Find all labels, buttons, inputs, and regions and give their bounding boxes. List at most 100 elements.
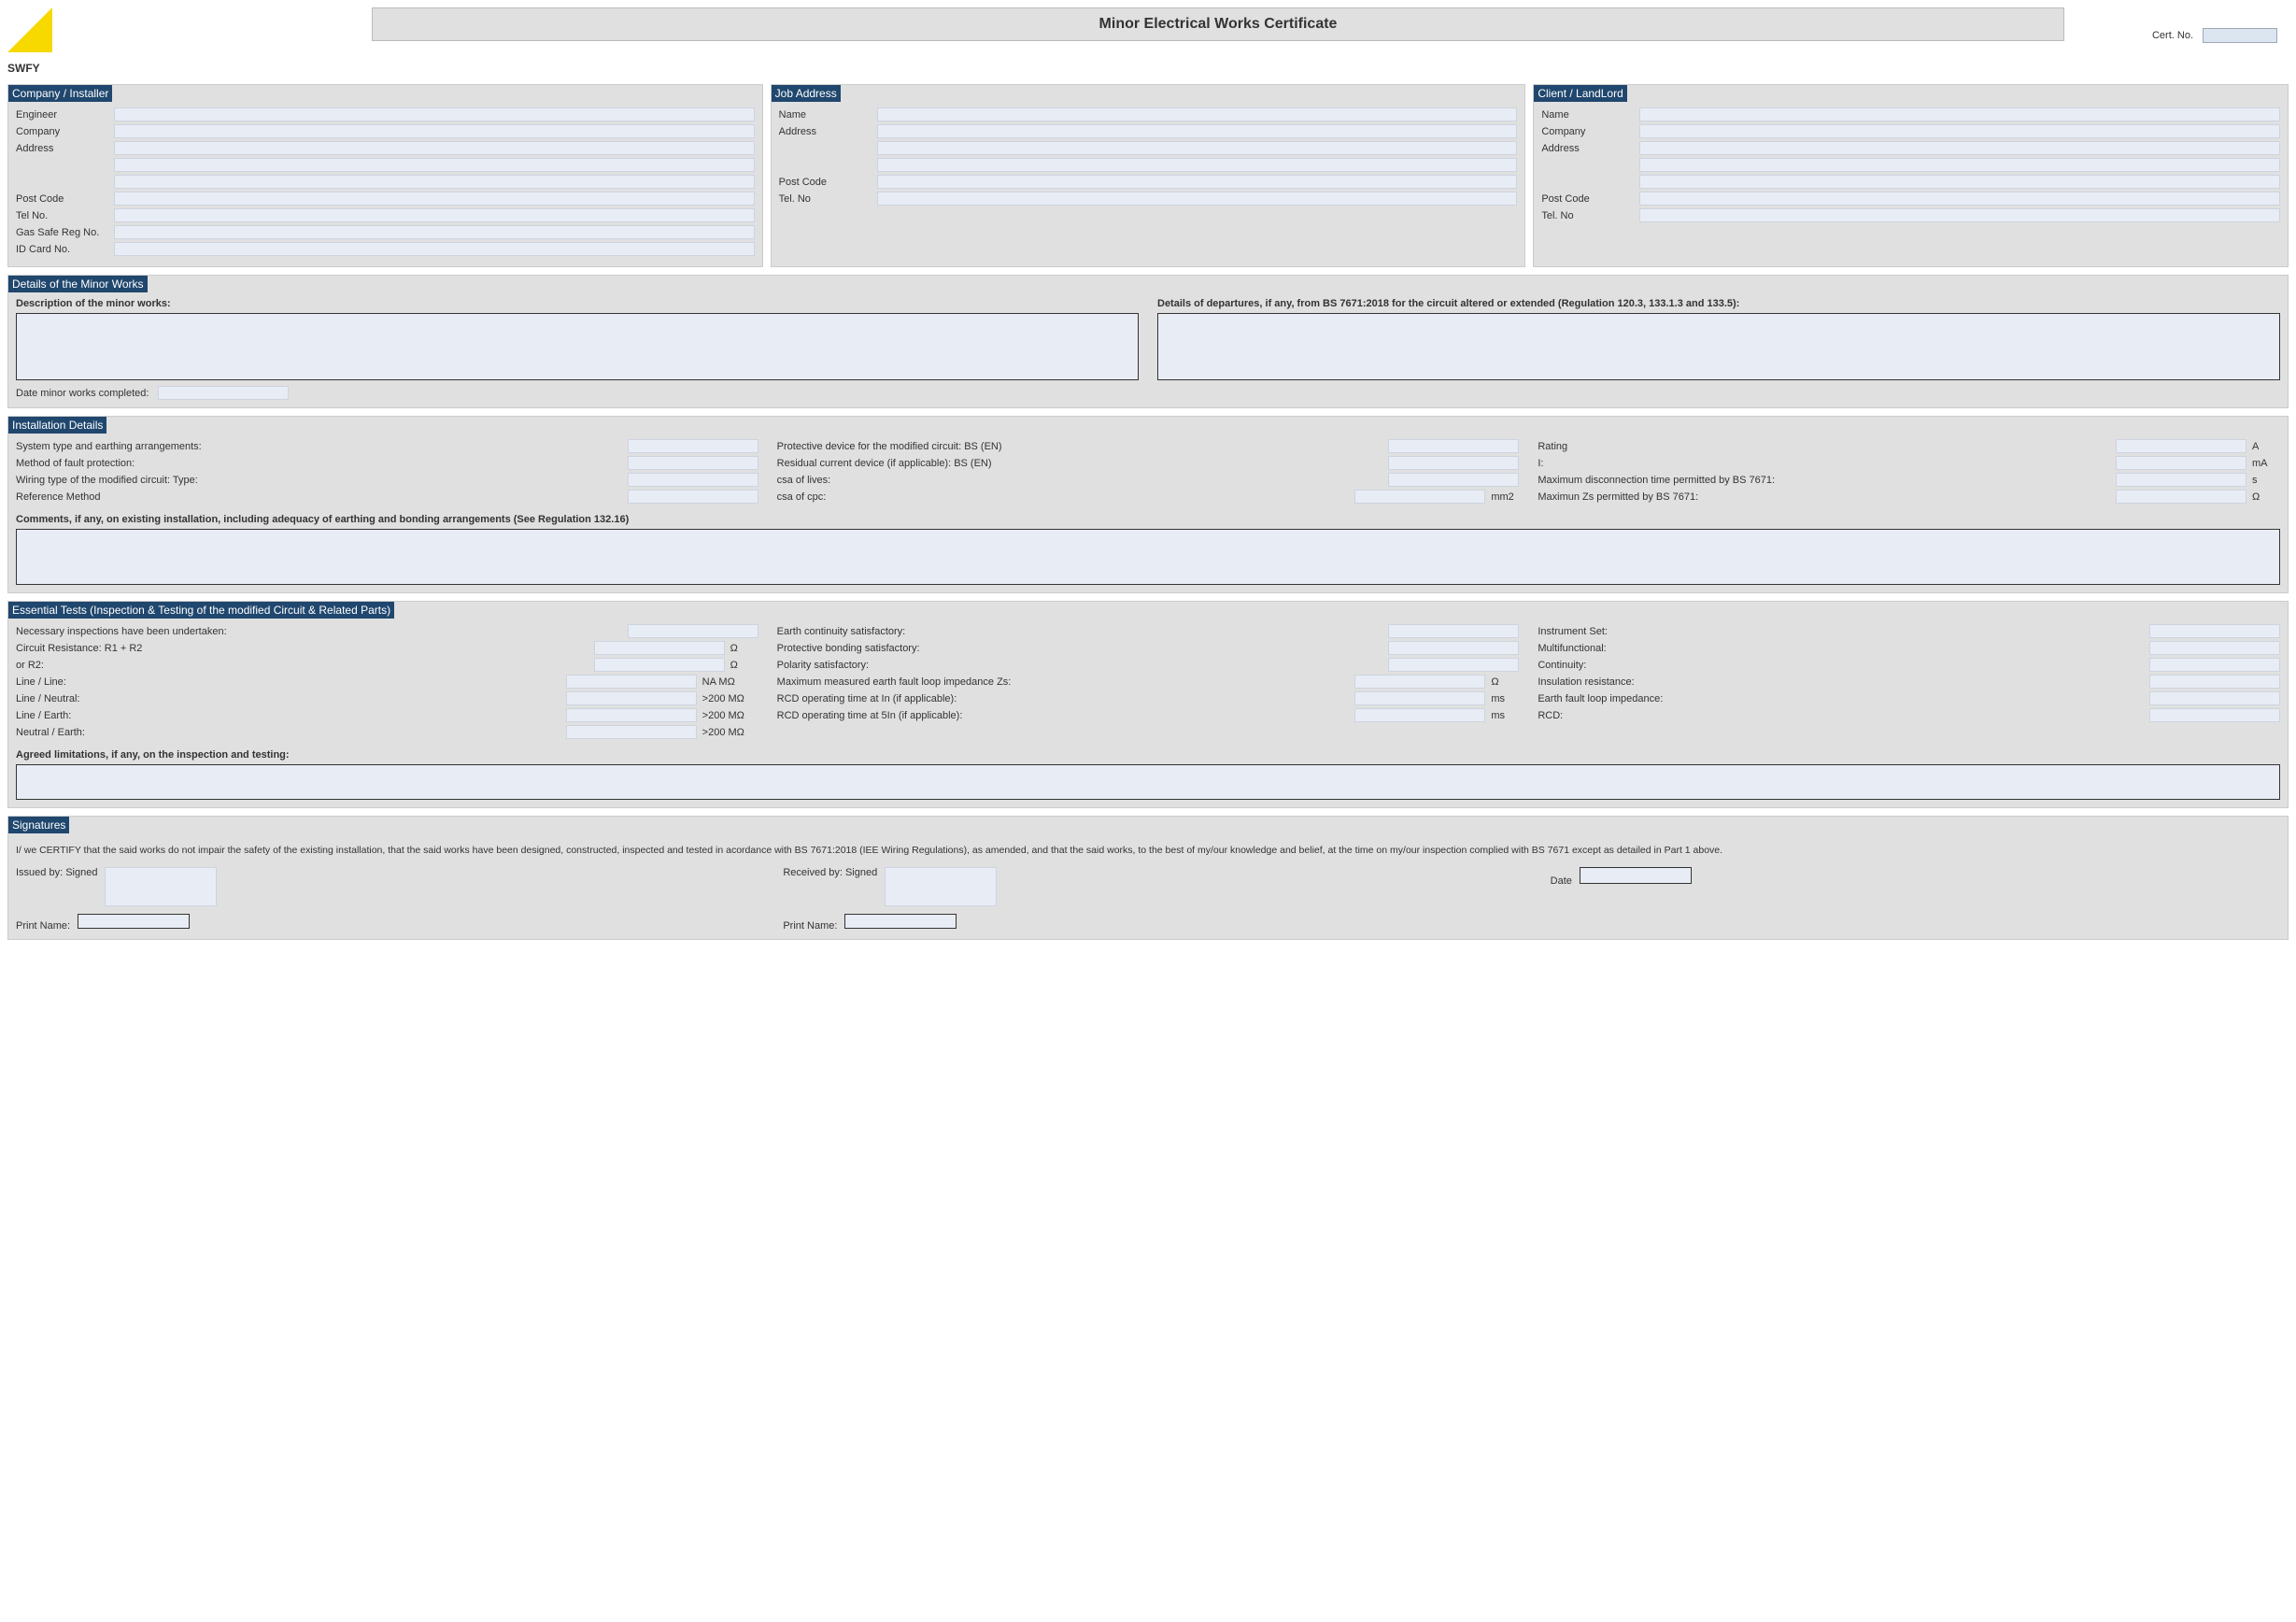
telno-input[interactable] xyxy=(114,208,755,222)
refmethod-input[interactable] xyxy=(628,490,758,504)
rcd-label: Residual current device (if applicable):… xyxy=(777,458,1383,469)
certno-input[interactable] xyxy=(2203,28,2277,43)
idcard-label: ID Card No. xyxy=(16,244,114,255)
earthcont-input[interactable] xyxy=(1388,624,1519,638)
efl-input[interactable] xyxy=(2149,691,2280,705)
agreed-textarea[interactable] xyxy=(16,764,2280,800)
cont-label: Continuity: xyxy=(1538,660,2144,671)
orr2-input[interactable] xyxy=(594,658,725,672)
date-completed-label: Date minor works completed: xyxy=(16,388,149,399)
engineer-label: Engineer xyxy=(16,109,114,121)
circres-unit: Ω xyxy=(730,643,758,654)
address1-input[interactable] xyxy=(114,141,755,155)
received-label: Received by: Signed xyxy=(783,867,877,878)
sig-title: Signatures xyxy=(8,817,69,833)
maxdisc-input[interactable] xyxy=(2116,473,2246,487)
tests-title: Essential Tests (Inspection & Testing of… xyxy=(8,602,394,619)
lineearth-input[interactable] xyxy=(566,708,697,722)
lineneut-unit: >200 MΩ xyxy=(702,693,758,704)
job-telno-input[interactable] xyxy=(877,192,1518,206)
postcode-input[interactable] xyxy=(114,192,755,206)
job-name-input[interactable] xyxy=(877,107,1518,121)
rating-input[interactable] xyxy=(2116,439,2246,453)
instset-input[interactable] xyxy=(2149,624,2280,638)
client-postcode-input[interactable] xyxy=(1639,192,2280,206)
i-input[interactable] xyxy=(2116,456,2246,470)
csalives-input[interactable] xyxy=(1388,473,1519,487)
rcd2-input[interactable] xyxy=(2149,708,2280,722)
address-label: Address xyxy=(16,143,114,154)
title-bar: Minor Electrical Works Certificate xyxy=(372,7,2064,41)
minor-works-section: Details of the Minor Works Description o… xyxy=(7,275,2289,408)
maxzs-input[interactable] xyxy=(2116,490,2246,504)
client-address3-input[interactable] xyxy=(1639,175,2280,189)
page-title: Minor Electrical Works Certificate xyxy=(380,16,2056,33)
received-sig-box[interactable] xyxy=(885,867,997,906)
departures-textarea[interactable] xyxy=(1157,313,2280,380)
rcdop-5in-input[interactable] xyxy=(1354,708,1485,722)
issued-sig-box[interactable] xyxy=(105,867,217,906)
maxdisc-label: Maximum disconnection time permitted by … xyxy=(1538,475,2110,486)
job-address1-input[interactable] xyxy=(877,124,1518,138)
job-name-label: Name xyxy=(779,109,877,121)
client-address1-input[interactable] xyxy=(1639,141,2280,155)
polarity-input[interactable] xyxy=(1388,658,1519,672)
print2-input[interactable] xyxy=(844,914,957,929)
systype-input[interactable] xyxy=(628,439,758,453)
client-address2-input[interactable] xyxy=(1639,158,2280,172)
lineline-input[interactable] xyxy=(566,675,697,689)
address3-input[interactable] xyxy=(114,175,755,189)
client-name-input[interactable] xyxy=(1639,107,2280,121)
multi-input[interactable] xyxy=(2149,641,2280,655)
maxzs-label: Maximun Zs permitted by BS 7671: xyxy=(1538,491,2110,503)
efl-label: Earth fault loop impedance: xyxy=(1538,693,2144,704)
circres-input[interactable] xyxy=(594,641,725,655)
company-input[interactable] xyxy=(114,124,755,138)
install-title: Installation Details xyxy=(8,417,106,434)
polarity-label: Polarity satisfactory: xyxy=(777,660,1383,671)
neutearth-input[interactable] xyxy=(566,725,697,739)
csacpc-input[interactable] xyxy=(1354,490,1485,504)
client-postcode-label: Post Code xyxy=(1541,193,1639,205)
date-label: Date xyxy=(1551,875,1572,887)
date-input[interactable] xyxy=(1580,867,1692,884)
gasreg-input[interactable] xyxy=(114,225,755,239)
job-address2-input[interactable] xyxy=(877,141,1518,155)
rcdop-in-input[interactable] xyxy=(1354,691,1485,705)
client-company-input[interactable] xyxy=(1639,124,2280,138)
necessary-input[interactable] xyxy=(628,624,758,638)
client-telno-input[interactable] xyxy=(1639,208,2280,222)
rating-label: Rating xyxy=(1538,441,2110,452)
rcdop-5in-unit: ms xyxy=(1491,710,1519,721)
rcd-input[interactable] xyxy=(1388,456,1519,470)
protbond-input[interactable] xyxy=(1388,641,1519,655)
install-section: Installation Details System type and ear… xyxy=(7,416,2289,593)
print1-input[interactable] xyxy=(78,914,190,929)
job-postcode-input[interactable] xyxy=(877,175,1518,189)
faultprot-input[interactable] xyxy=(628,456,758,470)
csalives-label: csa of lives: xyxy=(777,475,1383,486)
insul-input[interactable] xyxy=(2149,675,2280,689)
date-completed-input[interactable] xyxy=(158,386,289,400)
maxmeas-input[interactable] xyxy=(1354,675,1485,689)
neutearth-label: Neutral / Earth: xyxy=(16,727,560,738)
engineer-input[interactable] xyxy=(114,107,755,121)
protdev-input[interactable] xyxy=(1388,439,1519,453)
comments-textarea[interactable] xyxy=(16,529,2280,585)
mm2-unit: mm2 xyxy=(1491,491,1519,503)
sig-section: Signatures I/ we CERTIFY that the said w… xyxy=(7,816,2289,940)
issued-label: Issued by: Signed xyxy=(16,867,97,878)
maxdisc-unit: s xyxy=(2252,475,2280,486)
job-panel: Job Address Name Address Post Code Tel. … xyxy=(771,84,1526,267)
cont-input[interactable] xyxy=(2149,658,2280,672)
desc-textarea[interactable] xyxy=(16,313,1139,380)
orr2-label: or R2: xyxy=(16,660,588,671)
idcard-input[interactable] xyxy=(114,242,755,256)
address2-input[interactable] xyxy=(114,158,755,172)
wiring-input[interactable] xyxy=(628,473,758,487)
neutearth-unit: >200 MΩ xyxy=(702,727,758,738)
lineneut-input[interactable] xyxy=(566,691,697,705)
client-company-label: Company xyxy=(1541,126,1639,137)
earthcont-label: Earth continuity satisfactory: xyxy=(777,626,1383,637)
job-address3-input[interactable] xyxy=(877,158,1518,172)
